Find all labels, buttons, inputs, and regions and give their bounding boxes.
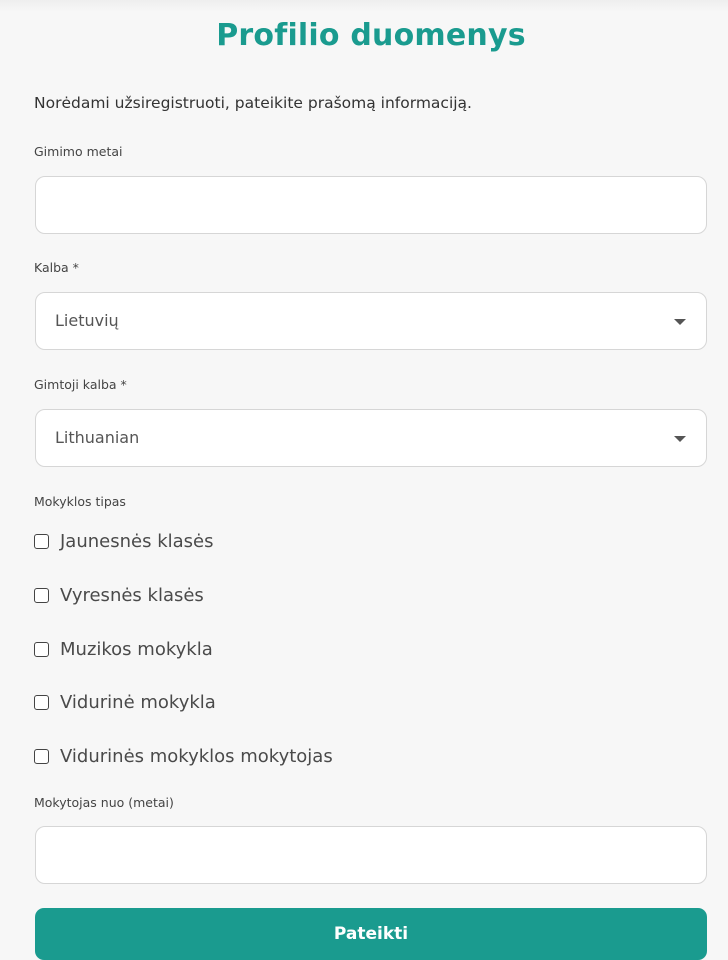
music-school-checkbox[interactable] — [34, 641, 49, 657]
checkbox-row-senior-classes[interactable]: Vyresnės klasės — [34, 582, 204, 608]
senior-classes-checkbox[interactable] — [34, 587, 49, 603]
teacher-since-field[interactable] — [35, 826, 707, 884]
checkbox-row-junior-classes[interactable]: Jaunesnės klasės — [34, 528, 213, 554]
school-type-label: Mokyklos tipas — [34, 494, 126, 509]
birth-year-input[interactable] — [36, 177, 706, 233]
native-language-select[interactable]: Lithuanian — [35, 409, 707, 467]
intro-text: Norėdami užsiregistruoti, pateikite praš… — [34, 94, 472, 112]
checkbox-row-secondary-school[interactable]: Vidurinė mokykla — [34, 689, 216, 715]
native-language-label: Gimtoji kalba * — [34, 377, 127, 392]
teacher-since-input[interactable] — [36, 827, 706, 883]
caret-down-icon — [674, 319, 686, 325]
page-title: Profilio duomenys — [216, 18, 526, 53]
checkbox-label: Jaunesnės klasės — [60, 530, 214, 552]
checkbox-label: Vidurinės mokyklos mokytojas — [60, 745, 333, 767]
submit-button[interactable]: Pateikti — [35, 908, 707, 960]
profile-page: Profilio duomenys Norėdami užsiregistruo… — [0, 0, 728, 960]
checkbox-label: Vyresnės klasės — [60, 584, 204, 606]
native-language-selected-value: Lithuanian — [55, 428, 140, 447]
birth-year-field[interactable] — [35, 176, 707, 234]
checkbox-row-secondary-school-teacher[interactable]: Vidurinės mokyklos mokytojas — [34, 743, 333, 769]
checkbox-row-music-school[interactable]: Muzikos mokykla — [34, 636, 213, 662]
caret-down-icon — [674, 436, 686, 442]
checkbox-label: Muzikos mokykla — [60, 638, 213, 660]
secondary-school-checkbox[interactable] — [34, 694, 49, 710]
birth-year-label: Gimimo metai — [34, 144, 123, 159]
checkbox-label: Vidurinė mokykla — [60, 691, 216, 713]
header-shadow — [0, 0, 728, 12]
teacher-since-label: Mokytojas nuo (metai) — [34, 795, 174, 810]
language-selected-value: Lietuvių — [55, 311, 119, 330]
language-select[interactable]: Lietuvių — [35, 292, 707, 350]
junior-classes-checkbox[interactable] — [34, 533, 49, 549]
language-label: Kalba * — [34, 260, 79, 275]
secondary-school-teacher-checkbox[interactable] — [34, 748, 49, 764]
